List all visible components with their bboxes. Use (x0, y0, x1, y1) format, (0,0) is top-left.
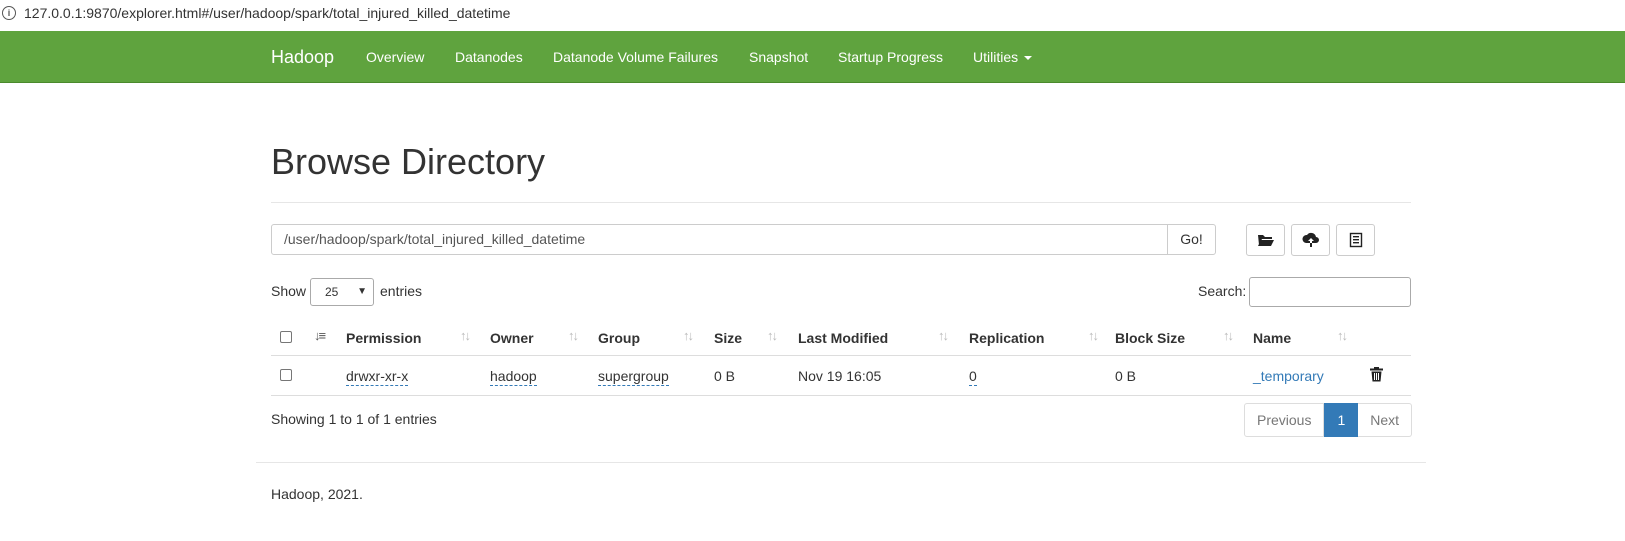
chevron-down-icon: ▼ (357, 286, 367, 297)
sort-icon[interactable]: ↑↓ (1088, 328, 1099, 343)
top-navbar: Hadoop Overview Datanodes Datanode Volum… (0, 31, 1625, 83)
nav-datanode-volume-failures[interactable]: Datanode Volume Failures (553, 49, 718, 65)
title-divider (271, 202, 1411, 203)
table-info: Showing 1 to 1 of 1 entries (271, 411, 437, 427)
page-size-select[interactable]: 25 ▼ (310, 278, 374, 306)
header-block-size[interactable]: Block Size (1115, 330, 1185, 346)
table-row-divider (271, 395, 1411, 396)
group-cell[interactable]: supergroup (598, 368, 669, 386)
info-icon[interactable]: i (2, 6, 16, 20)
row-checkbox[interactable] (280, 369, 292, 381)
replication-cell[interactable]: 0 (969, 368, 977, 386)
select-all-checkbox[interactable] (280, 331, 292, 343)
url-text[interactable]: 127.0.0.1:9870/explorer.html#/user/hadoo… (24, 5, 510, 21)
header-name[interactable]: Name (1253, 330, 1291, 346)
block-size-cell: 0 B (1115, 368, 1137, 384)
sort-icon[interactable]: ↑↓ (1337, 328, 1348, 343)
owner-cell[interactable]: hadoop (490, 368, 537, 386)
search-label: Search: (1198, 283, 1247, 299)
clipboard-icon (1349, 232, 1362, 248)
pagination: Previous 1 Next (1244, 403, 1413, 437)
sort-icon[interactable]: ↑↓ (460, 328, 471, 343)
show-label: Show (271, 283, 307, 299)
cut-paste-button[interactable] (1336, 224, 1375, 256)
header-owner[interactable]: Owner (490, 330, 534, 346)
folder-open-icon (1257, 235, 1274, 246)
name-link[interactable]: _temporary (1253, 368, 1324, 384)
nav-datanodes[interactable]: Datanodes (455, 49, 523, 65)
page-size-value: 25 (325, 285, 339, 299)
directory-path-input[interactable]: /user/hadoop/spark/total_injured_killed_… (271, 224, 1168, 255)
sort-icon[interactable]: ↑↓ (568, 328, 579, 343)
table-header-divider (271, 355, 1411, 356)
sort-icon[interactable]: ↑↓ (767, 328, 778, 343)
footer-text: Hadoop, 2021. (271, 486, 363, 502)
nav-startup-progress[interactable]: Startup Progress (838, 49, 943, 65)
sort-icon[interactable]: ↑↓ (1223, 328, 1234, 343)
upload-files-button[interactable] (1291, 224, 1330, 256)
header-permission[interactable]: Permission (346, 330, 421, 346)
sort-icon[interactable]: ↑↓ (938, 328, 949, 343)
search-input[interactable] (1249, 277, 1411, 307)
permission-cell[interactable]: drwxr-xr-x (346, 368, 409, 386)
sort-amount-icon[interactable]: ↓≡ (314, 328, 326, 343)
nav-utilities-dropdown[interactable]: Utilities (973, 49, 1033, 65)
next-page-button[interactable]: Next (1358, 403, 1413, 437)
last-modified-cell: Nov 19 16:05 (798, 368, 882, 384)
page-1-button[interactable]: 1 (1324, 403, 1359, 437)
trash-icon[interactable] (1370, 367, 1383, 382)
entries-label: entries (380, 283, 423, 299)
navbar-brand[interactable]: Hadoop (271, 47, 334, 68)
sort-icon[interactable]: ↑↓ (683, 328, 694, 343)
header-group[interactable]: Group (598, 330, 640, 346)
go-button[interactable]: Go! (1167, 224, 1216, 255)
upload-icon (1301, 232, 1319, 247)
address-bar[interactable]: i 127.0.0.1:9870/explorer.html#/user/had… (0, 0, 1625, 26)
create-directory-button[interactable] (1246, 224, 1285, 256)
size-cell: 0 B (714, 368, 736, 384)
header-replication[interactable]: Replication (969, 330, 1044, 346)
caret-down-icon (1024, 56, 1033, 61)
footer-divider (256, 462, 1426, 463)
previous-page-button[interactable]: Previous (1244, 403, 1325, 437)
header-last-modified[interactable]: Last Modified (798, 330, 888, 346)
page-title: Browse Directory (271, 141, 546, 182)
header-size[interactable]: Size (714, 330, 742, 346)
nav-snapshot[interactable]: Snapshot (749, 49, 808, 65)
nav-utilities-label: Utilities (973, 49, 1019, 65)
nav-overview[interactable]: Overview (366, 49, 424, 65)
